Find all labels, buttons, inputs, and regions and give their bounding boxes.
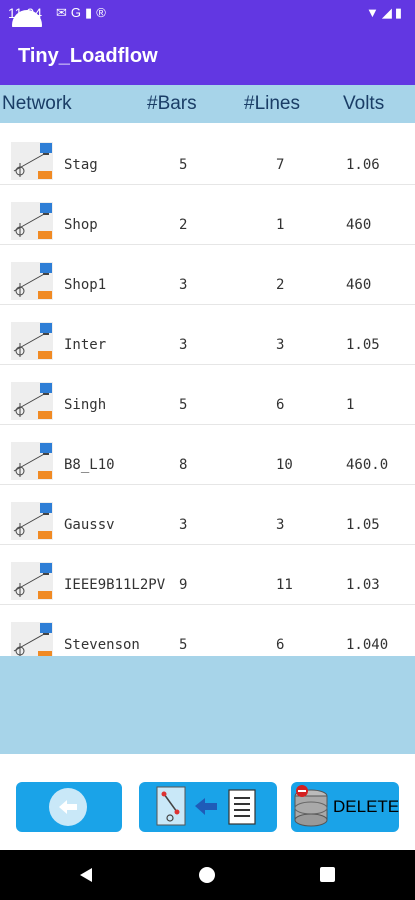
list-background bbox=[0, 656, 415, 754]
volts-value: 1.05 bbox=[346, 337, 380, 353]
volts-value: 1.040 bbox=[346, 637, 389, 653]
list-item[interactable]: Inter 3 3 1.05 bbox=[0, 305, 415, 365]
network-name: Shop1 bbox=[64, 277, 107, 293]
bars-count: 5 bbox=[179, 637, 188, 653]
mail-icon: ✉ bbox=[56, 5, 71, 20]
volts-value: 1.05 bbox=[346, 517, 380, 533]
wifi-icon: ▼ bbox=[365, 5, 382, 20]
list-item[interactable]: IEEE9B11L2PV 9 11 1.03 bbox=[0, 545, 415, 605]
list-item[interactable]: Shop1 3 2 460 bbox=[0, 245, 415, 305]
network-name: Stevenson bbox=[64, 637, 140, 653]
bars-count: 3 bbox=[179, 517, 188, 533]
system-nav-bar bbox=[0, 850, 415, 900]
bars-count: 2 bbox=[179, 217, 188, 233]
network-diagram-icon bbox=[10, 321, 54, 361]
notification-icons: ✉G▮® bbox=[56, 5, 110, 21]
header-volts[interactable]: Volts bbox=[343, 93, 384, 115]
list-item[interactable]: Stag 5 7 1.06 bbox=[0, 125, 415, 185]
back-arrow-icon bbox=[49, 788, 87, 826]
volts-value: 1.03 bbox=[346, 577, 380, 593]
lines-count: 3 bbox=[276, 337, 285, 353]
database-delete-icon bbox=[294, 785, 328, 827]
volts-value: 1 bbox=[346, 397, 355, 413]
bars-count: 8 bbox=[179, 457, 188, 473]
list-item[interactable]: Singh 5 6 1 bbox=[0, 365, 415, 425]
network-name: Stag bbox=[64, 157, 98, 173]
network-name: Singh bbox=[64, 397, 107, 413]
settings-icon: ® bbox=[96, 5, 110, 20]
lines-count: 2 bbox=[276, 277, 285, 293]
list-item[interactable]: Stevenson 5 6 1.040 bbox=[0, 605, 415, 656]
bottom-toolbar: DELETE bbox=[0, 754, 415, 850]
network-diagram-icon bbox=[10, 501, 54, 541]
network-diagram-icon bbox=[10, 441, 54, 481]
volts-value: 460 bbox=[346, 217, 372, 233]
nav-home-icon[interactable] bbox=[199, 867, 215, 883]
lines-count: 3 bbox=[276, 517, 285, 533]
network-name: B8_L10 bbox=[64, 457, 115, 473]
nav-back-icon[interactable] bbox=[78, 867, 94, 883]
import-network-icon bbox=[156, 786, 256, 826]
network-diagram-icon bbox=[10, 381, 54, 421]
bars-count: 5 bbox=[179, 397, 188, 413]
system-icons: ▼◢▮ bbox=[366, 5, 405, 21]
list-item[interactable]: Shop 2 1 460 bbox=[0, 185, 415, 245]
network-diagram-icon bbox=[10, 261, 54, 301]
bars-count: 3 bbox=[179, 337, 188, 353]
table-header: Network #Bars #Lines Volts bbox=[0, 85, 415, 123]
google-icon: G bbox=[70, 5, 86, 20]
bars-count: 5 bbox=[179, 157, 188, 173]
lines-count: 10 bbox=[276, 457, 293, 473]
network-diagram-icon bbox=[10, 561, 54, 601]
lines-count: 1 bbox=[276, 217, 285, 233]
delete-button[interactable]: DELETE bbox=[291, 782, 399, 832]
app-bar: Tiny_Loadflow bbox=[0, 27, 415, 85]
signal-icon: ◢ bbox=[381, 5, 395, 20]
nav-recent-icon[interactable] bbox=[320, 867, 335, 882]
volts-value: 1.06 bbox=[346, 157, 380, 173]
header-bars[interactable]: #Bars bbox=[147, 93, 197, 115]
delete-label: DELETE bbox=[333, 797, 400, 816]
lines-count: 6 bbox=[276, 397, 285, 413]
lines-count: 7 bbox=[276, 157, 285, 173]
network-list[interactable]: Stag 5 7 1.06 Shop 2 1 460 Shop1 3 2 460 Inter 3 3 1.05… bbox=[0, 123, 415, 656]
battery-icon: ▮ bbox=[394, 5, 405, 20]
bars-count: 9 bbox=[179, 577, 188, 593]
network-name: Inter bbox=[64, 337, 107, 353]
network-name: IEEE9B11L2PV bbox=[64, 577, 166, 593]
volts-value: 460 bbox=[346, 277, 372, 293]
import-network-button[interactable] bbox=[139, 782, 277, 832]
app-title: Tiny_Loadflow bbox=[18, 45, 158, 67]
network-diagram-icon bbox=[10, 621, 54, 656]
lines-count: 6 bbox=[276, 637, 285, 653]
back-button[interactable] bbox=[16, 782, 122, 832]
list-item[interactable]: Gaussv 3 3 1.05 bbox=[0, 485, 415, 545]
header-network[interactable]: Network bbox=[2, 93, 72, 115]
network-name: Gaussv bbox=[64, 517, 115, 533]
network-diagram-icon bbox=[10, 141, 54, 181]
sim-icon: ▮ bbox=[85, 5, 97, 20]
network-name: Shop bbox=[64, 217, 98, 233]
volts-value: 460.0 bbox=[346, 457, 389, 473]
bars-count: 3 bbox=[179, 277, 188, 293]
network-diagram-icon bbox=[10, 201, 54, 241]
status-bar: 11:04 ✉G▮® ▼◢▮ bbox=[0, 0, 415, 27]
lines-count: 11 bbox=[276, 577, 293, 593]
header-lines[interactable]: #Lines bbox=[244, 93, 300, 115]
list-item[interactable]: B8_L10 8 10 460.0 bbox=[0, 425, 415, 485]
